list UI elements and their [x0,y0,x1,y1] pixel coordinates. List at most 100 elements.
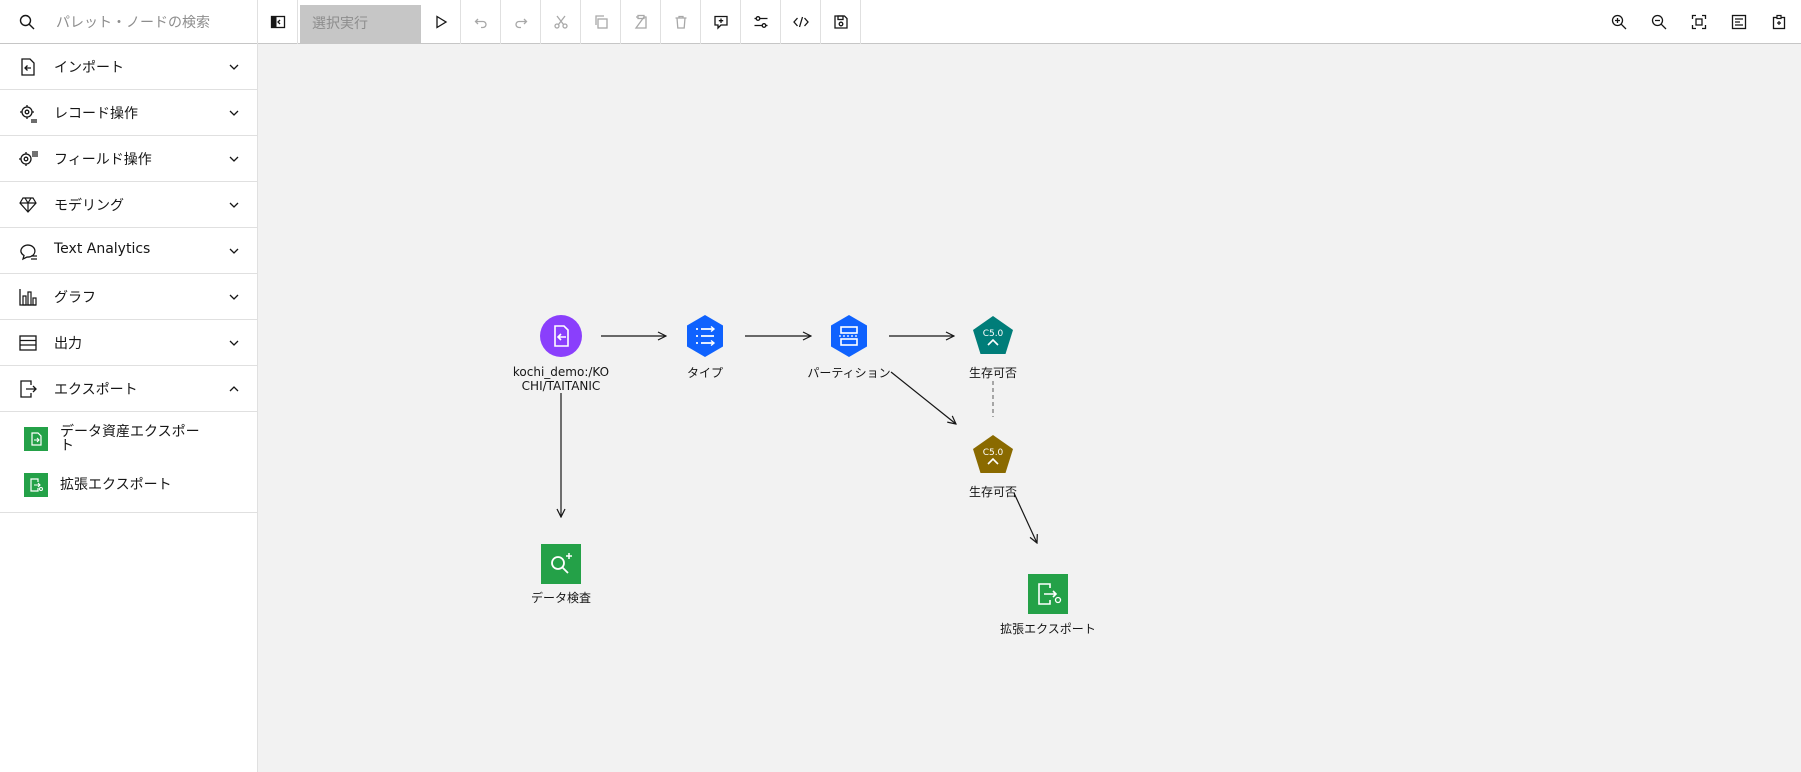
run-icon [435,15,447,29]
palette-search [0,0,258,44]
palette-category-label: フィールド操作 [54,152,152,168]
redo-icon [514,18,527,29]
delete-button[interactable] [661,0,701,44]
toolbar: 選択実行 [0,0,1801,44]
copy-icon [594,15,608,29]
type-node[interactable] [683,314,727,358]
palette-item-data-asset-export[interactable]: データ資産エクスポート [0,416,257,462]
partition-node[interactable] [827,314,871,358]
redo-button[interactable] [501,0,541,44]
palette-item-label: データ資産エクスポート [60,424,200,454]
export-items: データ資産エクスポート 拡張エクスポート [0,412,257,513]
c50-model-node[interactable]: C5.0 [971,433,1015,477]
palette-category-label: エクスポート [54,382,138,398]
node-palette: インポート レコード操作 フィールド操作 モデリング Text Analytic… [0,44,258,772]
palette-category-modeling[interactable]: モデリング [0,182,257,228]
settings-button[interactable] [741,0,781,44]
code-icon [792,16,809,28]
undo-button[interactable] [461,0,501,44]
zoom-in-button[interactable] [1599,0,1639,44]
modeling-icon [19,197,37,213]
search-icon [19,14,35,30]
chevron-down-icon [229,248,239,254]
palette-toggle-icon [270,15,285,29]
palette-category-text-analytics[interactable]: Text Analytics [0,228,257,274]
cut-button[interactable] [541,0,581,44]
export-icon [20,380,37,398]
import-node-label: kochi_demo:/KO CHI/TAITANIC [491,365,631,393]
link-model-export [1013,492,1037,543]
chevron-down-icon [229,202,239,208]
comment-icon [713,15,728,30]
comment-button[interactable] [701,0,741,44]
undo-icon [474,18,487,29]
delete-icon [675,15,686,29]
data-audit-node-label: データ検査 [530,591,591,605]
palette-toggle-button[interactable] [258,0,298,44]
record-ops-icon [20,105,37,123]
flow-links [258,44,1801,772]
flow-canvas[interactable]: kochi_demo:/KO CHI/TAITANIC タイプ パーティション … [258,44,1801,772]
code-button[interactable] [781,0,821,44]
palette-item-extension-export[interactable]: 拡張エクスポート [0,462,257,508]
import-node-label-line2: CHI/TAITANIC [521,379,601,393]
palette-category-label: Text Analytics [54,241,151,257]
palette-category-import[interactable]: インポート [0,44,257,90]
output-icon [19,335,37,351]
chevron-down-icon [229,340,239,346]
import-node[interactable] [539,314,583,358]
type-node-label: タイプ [686,366,723,380]
zoom-out-button[interactable] [1639,0,1679,44]
extension-export-node-label: 拡張エクスポート [1000,622,1096,636]
chevron-down-icon [229,110,239,116]
zoom-fit-button[interactable] [1679,0,1719,44]
palette-category-label: 出力 [54,336,82,352]
field-ops-icon [19,151,38,166]
palette-category-export[interactable]: エクスポート [0,366,257,412]
import-node-label-line1: kochi_demo:/KO [512,365,610,379]
chevron-up-icon [229,386,239,392]
chevron-down-icon [229,156,239,162]
save-icon [833,15,848,29]
run-selection-button[interactable]: 選択実行 [300,5,421,44]
text-analytics-icon [20,244,37,261]
zoom-out-icon [1651,14,1667,30]
c50-build-badge: C5.0 [983,329,1004,339]
panel-button[interactable] [1759,0,1799,44]
palette-category-field-ops[interactable]: フィールド操作 [0,136,257,182]
layout-icon [1731,14,1747,30]
chevron-down-icon [229,64,239,70]
palette-category-label: グラフ [54,290,96,306]
c50-model-badge: C5.0 [983,448,1004,458]
c50-build-node-label: 生存可否 [968,366,1017,380]
partition-node-label: パーティション [807,366,891,380]
graph-icon [19,289,37,306]
palette-category-output[interactable]: 出力 [0,320,257,366]
copy-button[interactable] [581,0,621,44]
search-input[interactable] [54,10,254,36]
layout-button[interactable] [1719,0,1759,44]
palette-category-label: モデリング [54,198,124,214]
palette-item-label: 拡張エクスポート [60,477,172,493]
c50-build-node[interactable]: C5.0 [971,314,1015,358]
c50-model-node-label: 生存可否 [968,485,1017,499]
import-icon [21,58,35,76]
paste-button[interactable] [621,0,661,44]
cut-icon [553,15,568,29]
palette-category-label: レコード操作 [54,106,138,122]
palette-category-label: インポート [54,60,124,76]
zoom-in-icon [1611,14,1627,30]
data-audit-node[interactable] [541,544,581,584]
zoom-fit-icon [1691,14,1707,30]
palette-category-graph[interactable]: グラフ [0,274,257,320]
extension-export-icon [24,473,48,497]
chevron-down-icon [229,294,239,300]
settings-icon [754,16,767,28]
panel-icon [1772,14,1786,30]
save-button[interactable] [821,0,861,44]
run-button[interactable] [421,0,461,44]
palette-category-record-ops[interactable]: レコード操作 [0,90,257,136]
extension-export-node[interactable] [1028,574,1068,614]
paste-icon [634,14,647,29]
data-asset-export-icon [24,427,48,451]
